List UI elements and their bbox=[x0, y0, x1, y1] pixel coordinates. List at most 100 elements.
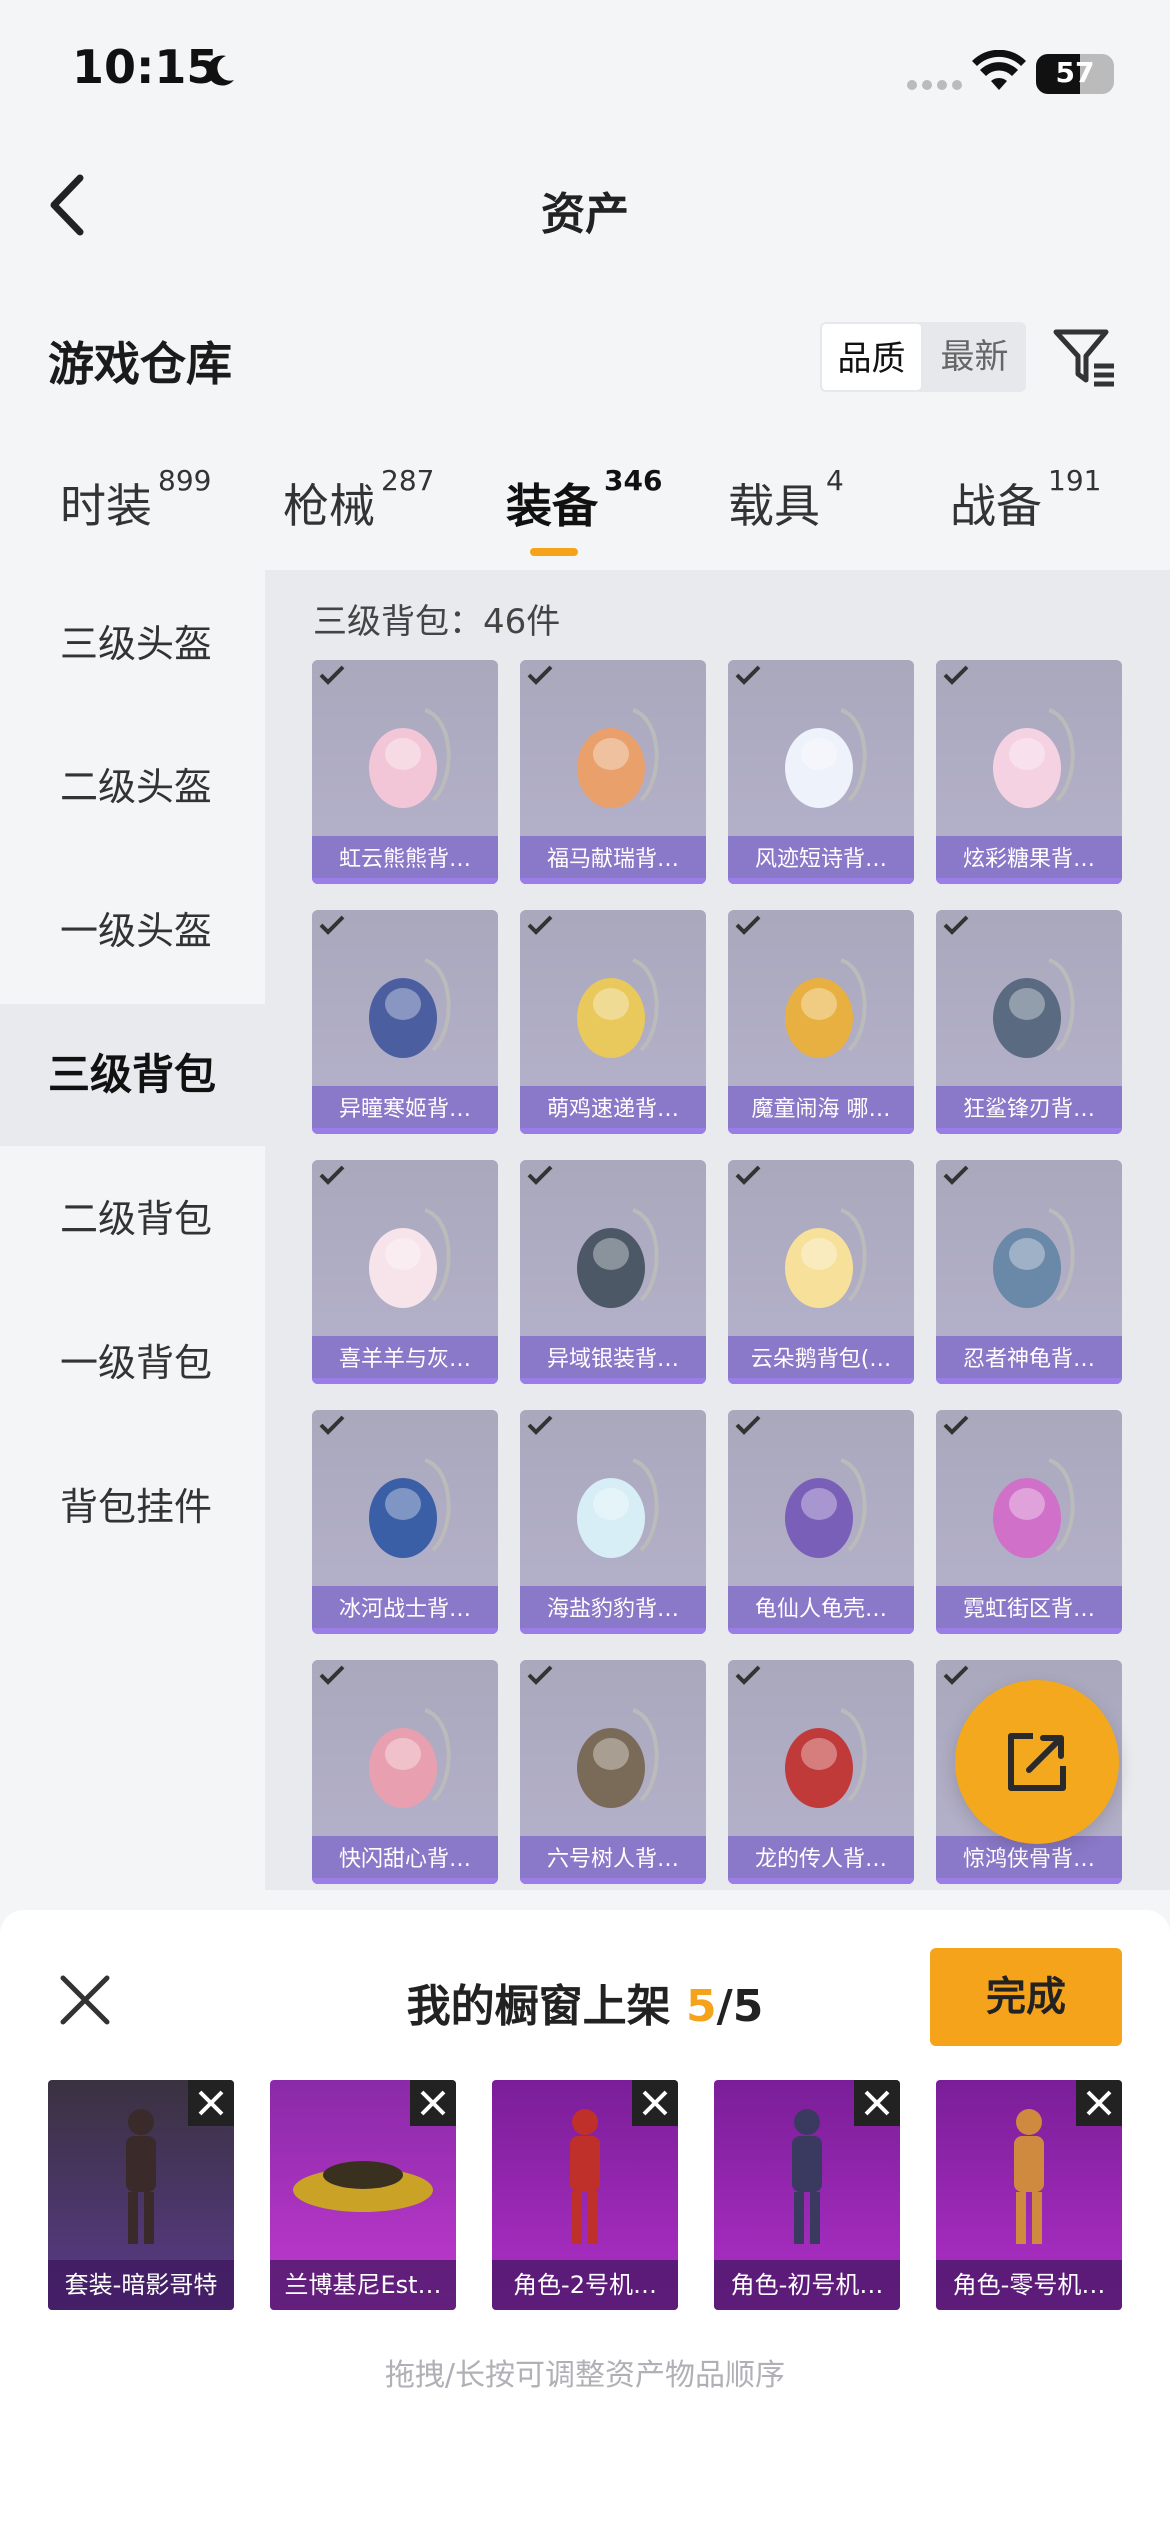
grid-item-quality-bar bbox=[520, 878, 706, 884]
grid-item-quality-bar bbox=[728, 1628, 914, 1634]
grid-item-card[interactable]: 霓虹街区背… bbox=[936, 1410, 1122, 1634]
close-icon bbox=[864, 2090, 890, 2116]
check-icon bbox=[319, 1415, 345, 1435]
grid-item-card[interactable]: 龟仙人龟壳… bbox=[728, 1410, 914, 1634]
showcase-slot[interactable]: 角色-2号机… bbox=[492, 2080, 678, 2310]
grid-item-card[interactable]: 云朵鹅背包(… bbox=[728, 1160, 914, 1384]
sidebar-item-backpack-1[interactable]: 一级背包 bbox=[0, 1292, 265, 1434]
check-icon bbox=[319, 665, 345, 685]
showcase-slot[interactable]: 套装-暗影哥特 bbox=[48, 2080, 234, 2310]
check-icon bbox=[735, 1665, 761, 1685]
grid-item-label: 福马献瑞背… bbox=[520, 836, 706, 884]
backpack-image bbox=[993, 958, 1075, 1058]
sidebar-item-backpack-3[interactable]: 三级背包 bbox=[0, 1004, 265, 1146]
sidebar-item-backpack-2[interactable]: 二级背包 bbox=[0, 1148, 265, 1290]
backpack-image bbox=[785, 708, 867, 808]
grid-item-card[interactable]: 虹云熊熊背… bbox=[312, 660, 498, 884]
grid-item-quality-bar bbox=[312, 878, 498, 884]
category-tabs: 时装 899 枪械 287 装备 346 载具 4 战备 191 bbox=[0, 460, 1170, 570]
grid-item-card[interactable]: 快闪甜心背… bbox=[312, 1660, 498, 1884]
sidebar-item-helmet-1[interactable]: 一级头盔 bbox=[0, 860, 265, 1002]
check-icon bbox=[943, 1165, 969, 1185]
grid-item-quality-bar bbox=[520, 1878, 706, 1884]
tab-equipment[interactable]: 装备 346 bbox=[506, 464, 662, 536]
grid-item-quality-bar bbox=[312, 1628, 498, 1634]
grid-item-label: 萌鸡速递背… bbox=[520, 1086, 706, 1134]
tab-count: 899 bbox=[158, 463, 212, 497]
grid-item-quality-bar bbox=[312, 1128, 498, 1134]
grid-item-label: 喜羊羊与灰… bbox=[312, 1336, 498, 1384]
backpack-image bbox=[993, 708, 1075, 808]
page-title: 资产 bbox=[541, 189, 629, 240]
grid-item-card[interactable]: 龙的传人背… bbox=[728, 1660, 914, 1884]
grid-item-card[interactable]: 风迹短诗背… bbox=[728, 660, 914, 884]
grid-item-label: 狂鲨锋刃背… bbox=[936, 1086, 1122, 1134]
check-icon bbox=[735, 915, 761, 935]
grid-item-label: 忍者神龟背… bbox=[936, 1336, 1122, 1384]
grid-item-card[interactable]: 冰河战士背… bbox=[312, 1410, 498, 1634]
tab-firearms[interactable]: 枪械 287 bbox=[283, 464, 434, 536]
check-icon bbox=[735, 665, 761, 685]
remove-slot-button[interactable] bbox=[854, 2080, 900, 2126]
grid-item-quality-bar bbox=[728, 1878, 914, 1884]
grid-item-label: 海盐豹豹背… bbox=[520, 1586, 706, 1634]
grid-item-card[interactable]: 魔童闹海 哪… bbox=[728, 910, 914, 1134]
nav-bar: 资产 bbox=[0, 150, 1170, 260]
grid-item-quality-bar bbox=[312, 1878, 498, 1884]
sidebar: 三级头盔 二级头盔 一级头盔 三级背包 二级背包 一级背包 背包挂件 bbox=[0, 570, 265, 1890]
check-icon bbox=[527, 1415, 553, 1435]
tab-label: 战备 bbox=[950, 479, 1042, 533]
remove-slot-button[interactable] bbox=[1076, 2080, 1122, 2126]
grid-item-card[interactable]: 萌鸡速递背… bbox=[520, 910, 706, 1134]
tab-indicator bbox=[530, 548, 578, 556]
grid-item-label: 异瞳寒姬背… bbox=[312, 1086, 498, 1134]
done-button[interactable]: 完成 bbox=[930, 1948, 1122, 2046]
tab-count: 287 bbox=[381, 463, 435, 497]
grid-item-card[interactable]: 炫彩糖果背… bbox=[936, 660, 1122, 884]
remove-slot-button[interactable] bbox=[188, 2080, 234, 2126]
grid-item-label: 虹云熊熊背… bbox=[312, 836, 498, 884]
grid-item-label: 冰河战士背… bbox=[312, 1586, 498, 1634]
showcase-slot[interactable]: 角色-零号机… bbox=[936, 2080, 1122, 2310]
grid-item-card[interactable]: 狂鲨锋刃背… bbox=[936, 910, 1122, 1134]
grid-item-card[interactable]: 六号树人背… bbox=[520, 1660, 706, 1884]
tab-vehicles[interactable]: 载具 4 bbox=[728, 464, 844, 536]
sidebar-item-helmet-3[interactable]: 三级头盔 bbox=[0, 573, 265, 715]
grid-item-quality-bar bbox=[312, 1378, 498, 1384]
close-icon bbox=[198, 2090, 224, 2116]
tab-fashion[interactable]: 时装 899 bbox=[60, 464, 211, 536]
grid-item-label: 炫彩糖果背… bbox=[936, 836, 1122, 884]
grid-item-card[interactable]: 忍者神龟背… bbox=[936, 1160, 1122, 1384]
grid-item-card[interactable]: 喜羊羊与灰… bbox=[312, 1160, 498, 1384]
filter-icon[interactable] bbox=[1050, 322, 1120, 392]
showcase-slot[interactable]: 角色-初号机… bbox=[714, 2080, 900, 2310]
share-button[interactable] bbox=[955, 1680, 1119, 1844]
backpack-image bbox=[369, 708, 451, 808]
showcase-count-current: 5 bbox=[686, 1981, 717, 2032]
check-icon bbox=[735, 1165, 761, 1185]
sidebar-item-helmet-2[interactable]: 二级头盔 bbox=[0, 716, 265, 858]
grid-item-card[interactable]: 异瞳寒姬背… bbox=[312, 910, 498, 1134]
sort-newest-button[interactable]: 最新 bbox=[923, 322, 1026, 392]
tab-label: 枪械 bbox=[283, 479, 375, 533]
tab-supplies[interactable]: 战备 191 bbox=[950, 464, 1101, 536]
grid-item-label: 六号树人背… bbox=[520, 1836, 706, 1884]
sort-quality-button[interactable]: 品质 bbox=[820, 322, 923, 392]
showcase-slot[interactable]: 兰博基尼Est… bbox=[270, 2080, 456, 2310]
grid-item-card[interactable]: 海盐豹豹背… bbox=[520, 1410, 706, 1634]
remove-slot-button[interactable] bbox=[410, 2080, 456, 2126]
grid-item-card[interactable]: 异域银装背… bbox=[520, 1160, 706, 1384]
sidebar-item-backpack-charm[interactable]: 背包挂件 bbox=[0, 1436, 265, 1578]
remove-slot-button[interactable] bbox=[632, 2080, 678, 2126]
backpack-image bbox=[369, 1708, 451, 1808]
grid-item-label: 异域银装背… bbox=[520, 1336, 706, 1384]
tab-count: 4 bbox=[826, 463, 844, 497]
check-icon bbox=[527, 665, 553, 685]
grid-item-card[interactable]: 福马献瑞背… bbox=[520, 660, 706, 884]
showcase-slot-label: 兰博基尼Est… bbox=[270, 2260, 456, 2310]
close-icon bbox=[642, 2090, 668, 2116]
showcase-slot-label: 套装-暗影哥特 bbox=[48, 2260, 234, 2310]
check-icon bbox=[527, 1665, 553, 1685]
grid-item-quality-bar bbox=[520, 1378, 706, 1384]
grid-item-label: 风迹短诗背… bbox=[728, 836, 914, 884]
